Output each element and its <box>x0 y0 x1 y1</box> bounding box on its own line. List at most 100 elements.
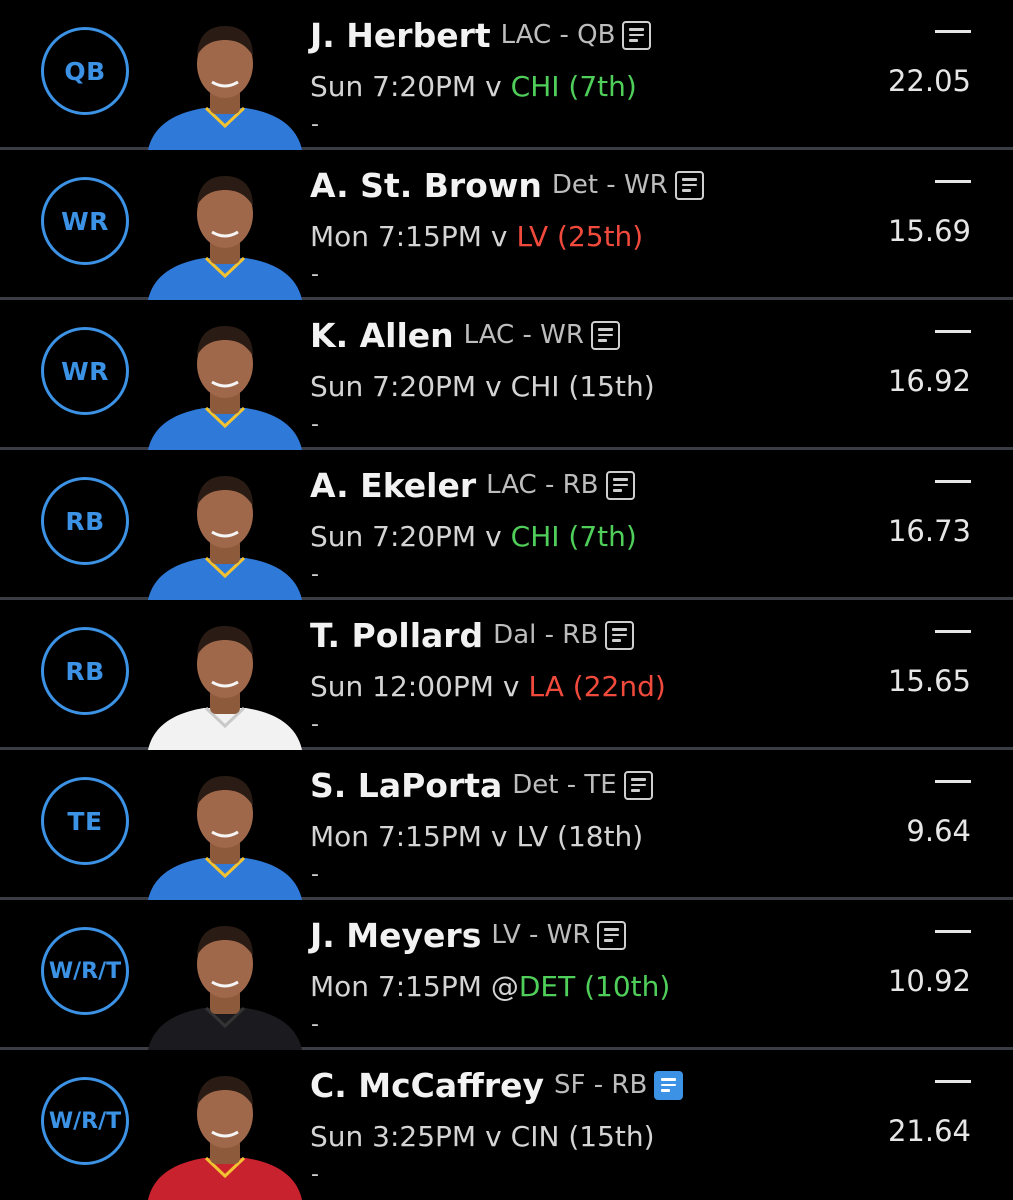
opponent-rank: LV (25th) <box>516 219 644 253</box>
position-slot-button[interactable]: WR <box>41 177 129 265</box>
projected-points: 15.69 <box>887 214 971 248</box>
team-position: LAC - RB <box>486 470 599 500</box>
projected-points: 22.05 <box>887 64 971 98</box>
player-headshot[interactable] <box>140 158 310 300</box>
slot-label: WR <box>61 356 109 386</box>
player-name[interactable]: C. McCaffrey <box>310 1066 544 1105</box>
position-slot-button[interactable]: QB <box>41 27 129 115</box>
dash-icon <box>935 30 971 33</box>
news-note-icon[interactable] <box>605 620 635 650</box>
team-position: LV - WR <box>491 920 591 950</box>
player-row[interactable]: WR K. Allen LAC - WR Sun 7:20PM v CHI (15… <box>0 300 1013 450</box>
game-info: Sun 7:20PM v CHI (7th) <box>310 66 637 106</box>
player-name[interactable]: A. Ekeler <box>310 466 476 505</box>
player-photo <box>148 476 302 600</box>
player-name[interactable]: T. Pollard <box>310 616 483 655</box>
player-name-line: A. St. Brown Det - WR <box>310 164 704 206</box>
game-time: Sun 7:20PM <box>310 69 477 103</box>
player-photo <box>148 326 302 450</box>
player-name-line: T. Pollard Dal - RB <box>310 614 635 656</box>
player-name[interactable]: J. Meyers <box>310 916 481 955</box>
projected-points: 15.65 <box>887 664 971 698</box>
game-status: - <box>311 1162 319 1187</box>
slot-label: RB <box>65 506 105 536</box>
player-headshot[interactable] <box>140 908 310 1050</box>
slot-label: TE <box>67 806 103 836</box>
game-status: - <box>311 1012 319 1037</box>
team-position: Dal - RB <box>493 620 599 650</box>
projected-points: 9.64 <box>906 814 971 848</box>
opponent: v CIN (15th) <box>485 1120 654 1153</box>
player-headshot[interactable] <box>140 308 310 450</box>
opponent: v CHI (7th) <box>485 520 637 553</box>
game-info: Sun 3:25PM v CIN (15th) <box>310 1116 655 1156</box>
player-row[interactable]: W/R/T J. Meyers LV - WR Mon 7:15PM @DET … <box>0 900 1013 1050</box>
team-position: LAC - QB <box>500 20 616 50</box>
game-info: Mon 7:15PM @DET (10th) <box>310 966 670 1006</box>
team-position: Det - TE <box>512 770 617 800</box>
game-info: Mon 7:15PM v LV (18th) <box>310 816 643 856</box>
projected-points: 10.92 <box>887 964 971 998</box>
game-time: Mon 7:15PM <box>310 819 482 853</box>
slot-label: QB <box>64 56 106 86</box>
player-name-line: K. Allen LAC - WR <box>310 314 620 356</box>
home-away-marker: v <box>485 519 502 553</box>
game-time: Mon 7:15PM <box>310 969 482 1003</box>
game-status: - <box>311 412 319 437</box>
player-photo <box>148 926 302 1050</box>
dash-icon <box>935 780 971 783</box>
player-headshot[interactable] <box>140 758 310 900</box>
position-slot-button[interactable]: W/R/T <box>41 1077 129 1165</box>
news-note-icon[interactable] <box>597 920 627 950</box>
news-note-icon[interactable] <box>674 170 704 200</box>
player-photo <box>148 26 302 150</box>
player-row[interactable]: WR A. St. Brown Det - WR Mon 7:15PM v LV … <box>0 150 1013 300</box>
projected-points: 16.73 <box>887 514 971 548</box>
home-away-marker: v <box>485 69 502 103</box>
roster-list: QB J. Herbert LAC - QB Sun 7:20PM v CHI (… <box>0 0 1013 1200</box>
game-status: - <box>311 562 319 587</box>
opponent: v CHI (15th) <box>485 370 655 403</box>
opponent: v CHI (7th) <box>485 70 637 103</box>
player-name[interactable]: J. Herbert <box>310 16 491 55</box>
slot-label: RB <box>65 656 105 686</box>
player-photo <box>148 776 302 900</box>
player-photo <box>148 1076 302 1200</box>
news-note-icon[interactable] <box>590 320 620 350</box>
player-headshot[interactable] <box>140 8 310 150</box>
game-status: - <box>311 862 319 887</box>
player-name[interactable]: A. St. Brown <box>310 166 542 205</box>
player-row[interactable]: RB A. Ekeler LAC - RB Sun 7:20PM v CHI (7… <box>0 450 1013 600</box>
player-name-line: A. Ekeler LAC - RB <box>310 464 635 506</box>
news-note-icon[interactable] <box>605 470 635 500</box>
player-row[interactable]: TE S. LaPorta Det - TE Mon 7:15PM v LV (1… <box>0 750 1013 900</box>
player-row[interactable]: QB J. Herbert LAC - QB Sun 7:20PM v CHI (… <box>0 0 1013 150</box>
team-position: SF - RB <box>554 1070 648 1100</box>
player-headshot[interactable] <box>140 458 310 600</box>
position-slot-button[interactable]: RB <box>41 477 129 565</box>
player-name[interactable]: S. LaPorta <box>310 766 502 805</box>
dash-icon <box>935 330 971 333</box>
home-away-marker: v <box>490 819 508 853</box>
player-headshot[interactable] <box>140 1058 310 1200</box>
slot-label: W/R/T <box>48 958 122 984</box>
projected-points: 16.92 <box>887 364 971 398</box>
game-time: Sun 3:25PM <box>310 1119 477 1153</box>
news-note-icon[interactable] <box>622 20 652 50</box>
position-slot-button[interactable]: W/R/T <box>41 927 129 1015</box>
game-info: Sun 7:20PM v CHI (15th) <box>310 366 655 406</box>
position-slot-button[interactable]: WR <box>41 327 129 415</box>
player-row[interactable]: W/R/T C. McCaffrey SF - RB Sun 3:25PM vC… <box>0 1050 1013 1200</box>
news-note-icon[interactable] <box>654 1070 684 1100</box>
player-headshot[interactable] <box>140 608 310 750</box>
opponent-rank: DET (10th) <box>518 969 671 1003</box>
game-time: Sun 12:00PM <box>310 669 494 703</box>
position-slot-button[interactable]: TE <box>41 777 129 865</box>
home-away-marker: @ <box>490 969 519 1003</box>
opponent-rank: CHI (15th) <box>510 369 655 403</box>
news-note-icon[interactable] <box>623 770 653 800</box>
dash-icon <box>935 630 971 633</box>
position-slot-button[interactable]: RB <box>41 627 129 715</box>
player-row[interactable]: RB T. Pollard Dal - RB Sun 12:00PM v LA (… <box>0 600 1013 750</box>
player-name[interactable]: K. Allen <box>310 316 454 355</box>
